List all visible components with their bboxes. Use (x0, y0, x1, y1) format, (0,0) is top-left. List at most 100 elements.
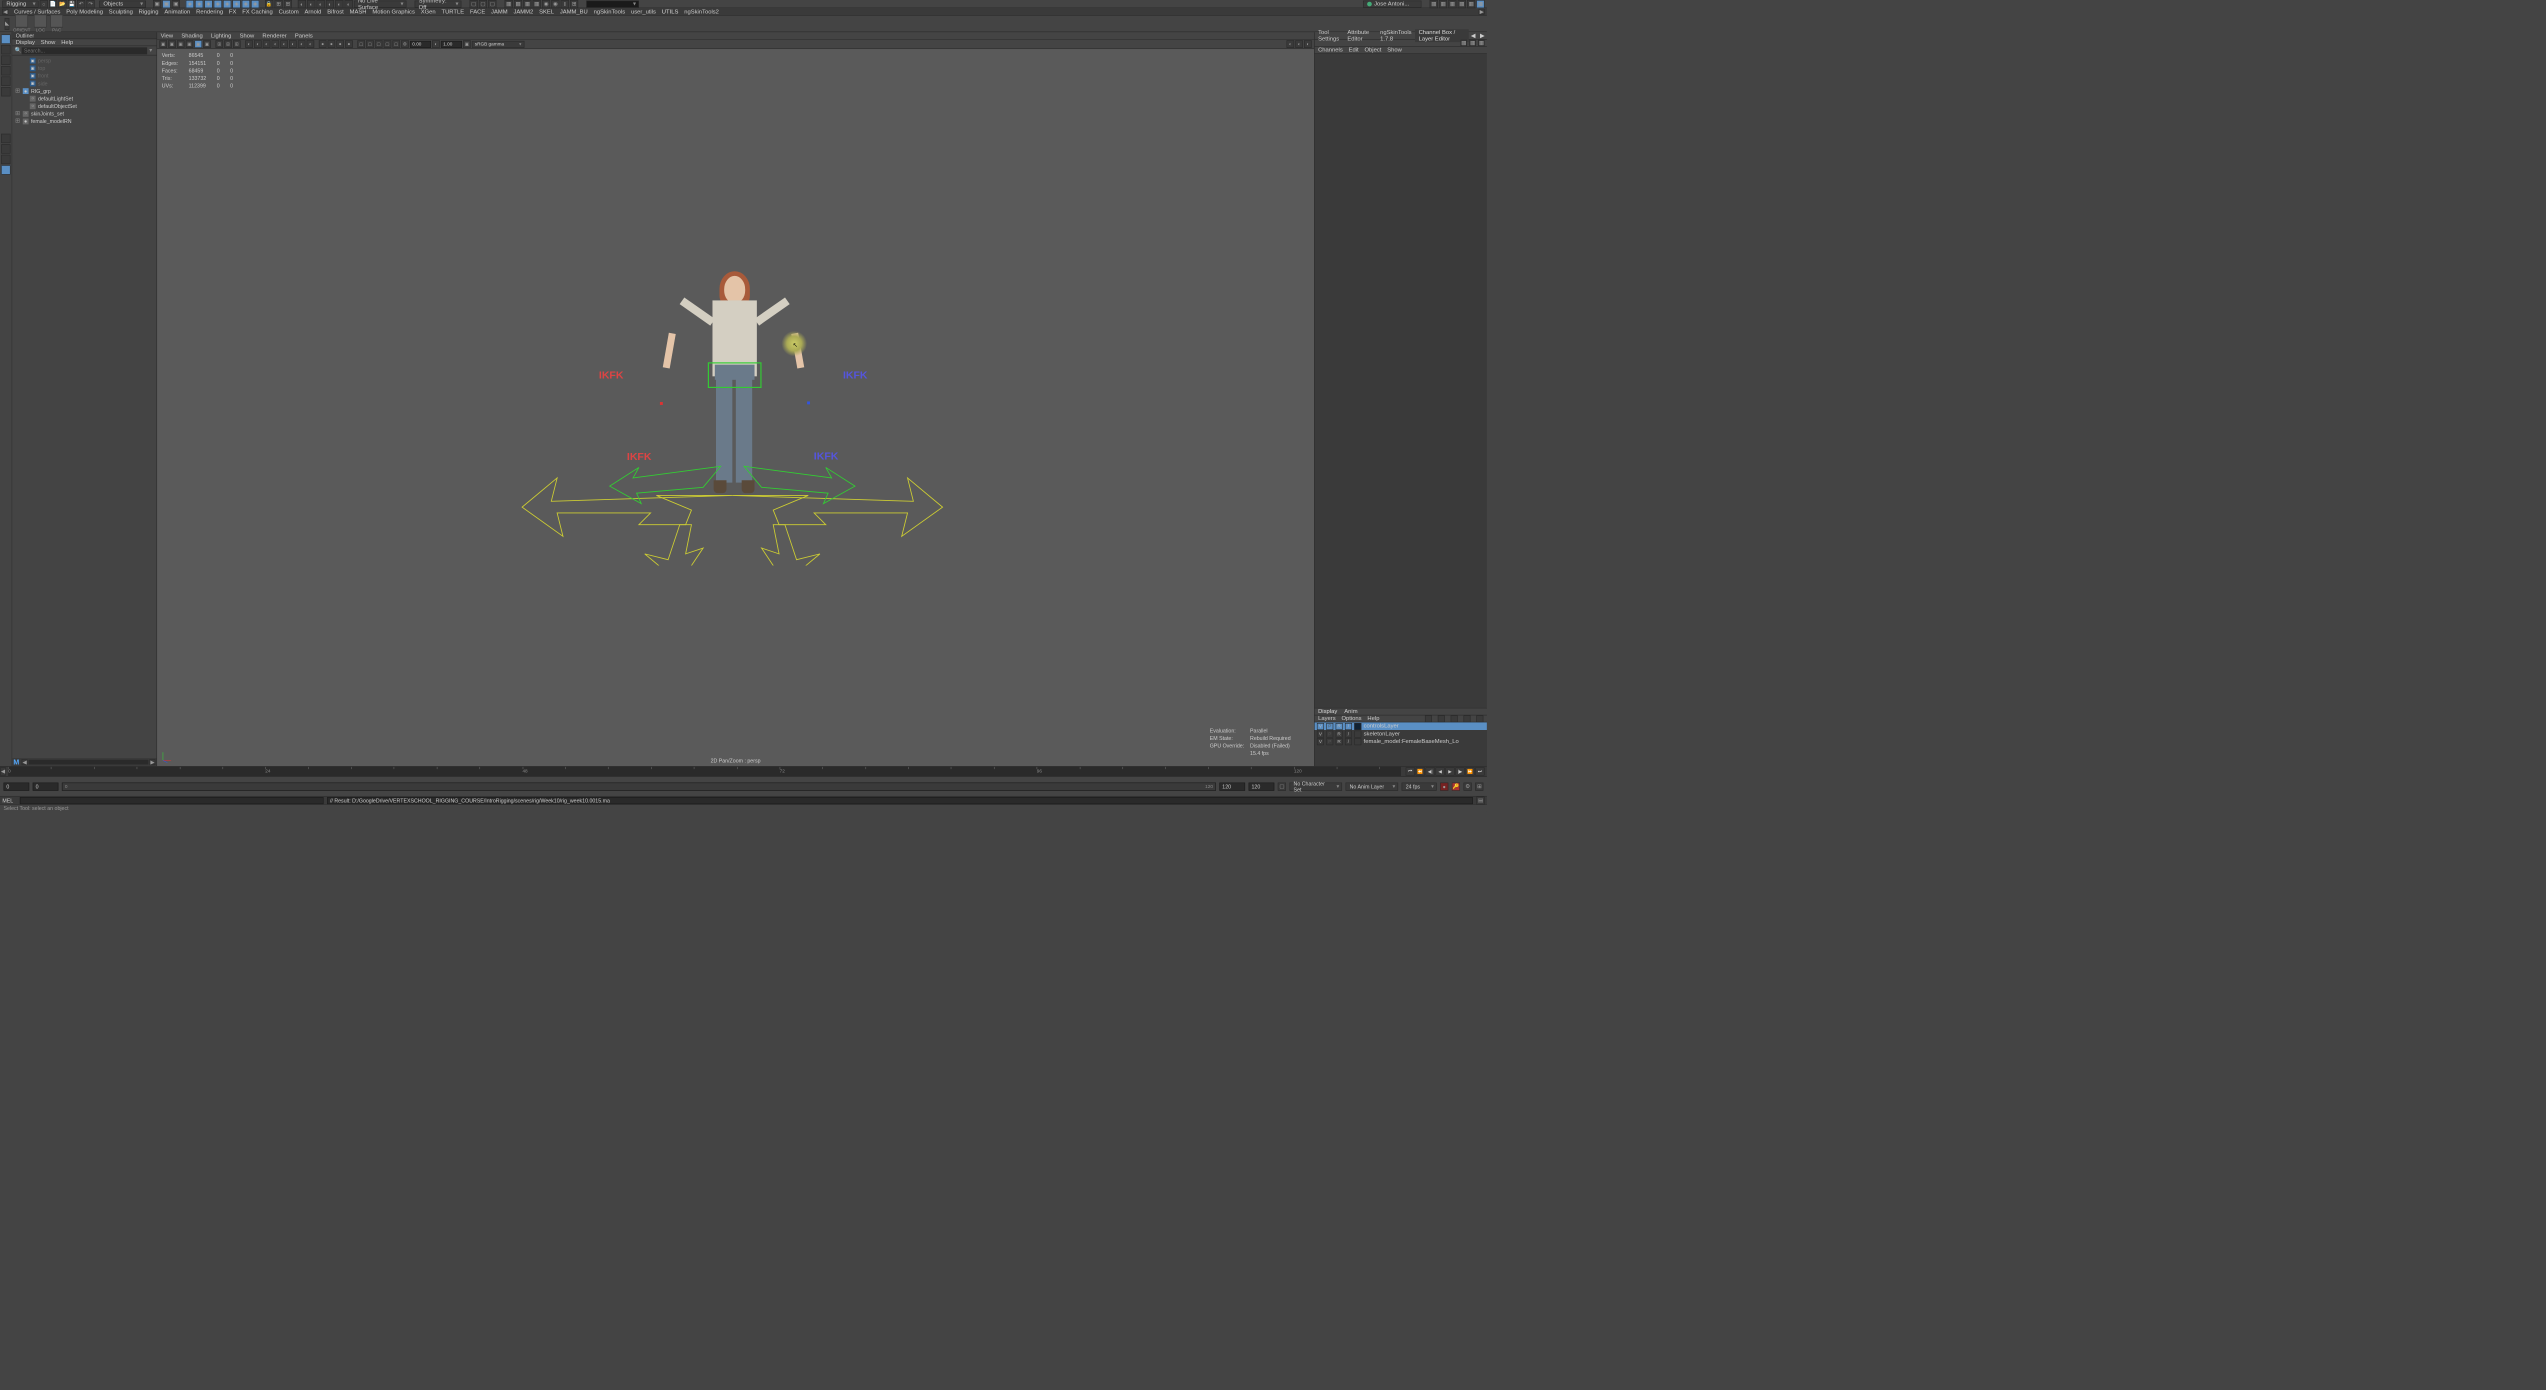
tool-icon[interactable]: ◐ (307, 0, 315, 8)
vp-tool-icon[interactable]: ▣ (186, 40, 194, 48)
open-scene-icon[interactable]: 📂 (58, 0, 66, 8)
vp-tool-icon[interactable]: ◐ (1295, 40, 1303, 48)
layout-icon[interactable]: ▢ (479, 0, 487, 8)
layer-ref-toggle[interactable]: R (1336, 723, 1343, 730)
shelf-tab[interactable]: Arnold (305, 8, 322, 14)
tool-icon[interactable]: ◐ (345, 0, 353, 8)
undo-icon[interactable]: ↶ (77, 0, 85, 8)
range-start-input[interactable]: 0 (33, 782, 59, 790)
tool-icon[interactable]: ⊞ (274, 0, 282, 8)
tool-icon[interactable]: ◐ (298, 0, 306, 8)
vp-tool-icon[interactable]: ◐ (432, 40, 440, 48)
shelf-tab[interactable]: Rigging (139, 8, 159, 14)
next-key-icon[interactable]: |▶ (1455, 767, 1464, 775)
outliner-item-persp[interactable]: ▣persp (12, 57, 156, 65)
layer-color[interactable] (1354, 723, 1361, 730)
vp-menu-view[interactable]: View (161, 32, 174, 38)
layer-vis-toggle[interactable]: V (1317, 730, 1324, 737)
new-scene-icon[interactable]: 📄 (49, 0, 57, 8)
vp-tool-icon[interactable]: ▣ (203, 40, 211, 48)
scroll-left-icon[interactable]: ◀ (22, 759, 28, 765)
layout-two-icon[interactable] (1, 155, 10, 164)
shelf-tab[interactable]: JAMM_BU (560, 8, 588, 14)
shelf-button-orient[interactable] (15, 15, 28, 28)
script-editor-icon[interactable]: ▤ (1476, 796, 1484, 804)
snap-icon[interactable]: ◈ (232, 0, 240, 8)
layer-menu-help[interactable]: Help (1367, 715, 1379, 721)
outliner-tree[interactable]: ▣persp ▣top ▣front ▣side ⊞◈RIG_grp ○defa… (12, 55, 156, 758)
panel-icon[interactable]: ▦ (1469, 40, 1475, 46)
cb-menu-channels[interactable]: Channels (1318, 47, 1343, 53)
outliner-menu-display[interactable]: Display (16, 39, 35, 45)
win-icon[interactable]: ▦ (1458, 0, 1466, 8)
vp-tool-icon[interactable]: ◐ (245, 40, 253, 48)
fps-dropdown[interactable]: 24 fps (1402, 782, 1437, 790)
layout-icon[interactable]: ▢ (469, 0, 477, 8)
shelf-tab[interactable]: Bifrost (327, 8, 344, 14)
render-icon[interactable]: ▦ (514, 0, 522, 8)
select-tool-icon[interactable] (1, 34, 10, 43)
range-icon[interactable]: ▢ (1278, 782, 1286, 790)
tool-icon[interactable]: ◐ (326, 0, 334, 8)
vp-tool-icon[interactable]: ◐ (289, 40, 297, 48)
outliner-item-skin-joints-set[interactable]: ⊞○skinJoints_set (12, 110, 156, 118)
vp-tool-icon[interactable]: ▢ (375, 40, 383, 48)
shelf-tab[interactable]: SKEL (539, 8, 554, 14)
range-slider[interactable]: 0120 (62, 782, 1216, 790)
outliner-item-rig-grp[interactable]: ⊞◈RIG_grp (12, 87, 156, 95)
snap-icon[interactable]: ◈ (251, 0, 259, 8)
vp-tool-icon[interactable]: ◐ (307, 40, 315, 48)
layer-vis-toggle[interactable]: V (1317, 723, 1324, 730)
outliner-item-side[interactable]: ▣side (12, 79, 156, 87)
ipr-icon[interactable]: ◉ (551, 0, 559, 8)
layout-custom-icon[interactable] (1, 165, 10, 174)
prefs-icon[interactable]: ⚙ (1464, 782, 1472, 790)
play-fwd-icon[interactable]: ▶ (1445, 767, 1454, 775)
redo-icon[interactable]: ↷ (86, 0, 94, 8)
snap-icon[interactable]: ◈ (195, 0, 203, 8)
tab-nav-icon[interactable]: ▶ (1478, 32, 1487, 38)
auto-key-icon[interactable]: ● (1440, 782, 1448, 790)
vp-tool-icon[interactable]: ◐ (272, 40, 280, 48)
win-icon[interactable]: ▦ (1439, 0, 1447, 8)
sel-mode-icon[interactable]: ▣ (162, 0, 170, 8)
move-tool-icon[interactable] (1, 66, 10, 75)
scale-tool-icon[interactable] (1, 87, 10, 96)
shelf-tab[interactable]: user_utils (631, 8, 656, 14)
vp-tool-icon[interactable]: ▣ (194, 40, 202, 48)
vp-tool-icon[interactable]: ● (328, 40, 336, 48)
gear-icon[interactable]: ⚙ (401, 40, 409, 48)
outliner-menu-show[interactable]: Show (41, 39, 56, 45)
ipr-icon[interactable]: ◉ (542, 0, 550, 8)
outliner-item-light-set[interactable]: ○defaultLightSet (12, 95, 156, 103)
snap-icon[interactable]: ◈ (214, 0, 222, 8)
shelf-toggle-icon[interactable]: ◣ (5, 18, 10, 30)
vp-tool-icon[interactable]: ● (345, 40, 353, 48)
layer-row-controls[interactable]: V P R / controlsLayer (1315, 722, 1487, 730)
cb-menu-edit[interactable]: Edit (1349, 47, 1359, 53)
range-end-input[interactable]: 120 (1219, 782, 1245, 790)
timeline-nav-icon[interactable]: ◀ (0, 767, 6, 775)
vp-tool-icon[interactable]: ⊞ (215, 40, 223, 48)
expand-icon[interactable]: ⊞ (15, 88, 21, 94)
vp-tool-icon[interactable]: ▢ (384, 40, 392, 48)
lasso-tool-icon[interactable] (1, 45, 10, 54)
vp-tool-icon[interactable]: ▣ (177, 40, 185, 48)
vp-tool-icon[interactable]: ◐ (298, 40, 306, 48)
pause-icon[interactable]: ‖ (561, 0, 569, 8)
scrollbar[interactable] (29, 760, 149, 765)
shelf-tab[interactable]: UTILS (662, 8, 679, 14)
shelf-nav-icon[interactable]: ◀ (2, 9, 8, 15)
vp-tool-icon[interactable]: ⊞ (224, 40, 232, 48)
outliner-search-input[interactable] (22, 47, 148, 54)
vp-tool-icon[interactable]: ◐ (263, 40, 271, 48)
vp-tool-icon[interactable]: ● (336, 40, 344, 48)
layer-vis-toggle[interactable]: V (1317, 738, 1324, 745)
layer-playback-toggle[interactable]: P (1326, 738, 1333, 745)
layer-action-icon[interactable] (1464, 715, 1471, 722)
win-icon[interactable]: ▦ (1448, 0, 1456, 8)
near-clip-input[interactable]: 0.00 (410, 41, 431, 48)
vp-tool-icon[interactable]: ▢ (392, 40, 400, 48)
shelf-tab[interactable]: FACE (470, 8, 485, 14)
vp-tool-icon[interactable]: ◐ (1287, 40, 1295, 48)
